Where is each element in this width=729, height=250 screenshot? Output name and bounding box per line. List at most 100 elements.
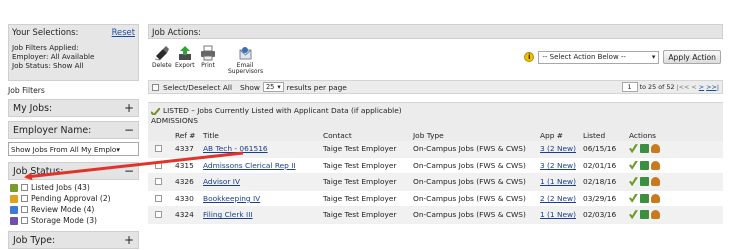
status-item-review[interactable]: Review Mode (4): [8, 204, 139, 215]
email-icon: [239, 47, 252, 60]
row-checkbox[interactable]: [155, 211, 162, 219]
edit-icon[interactable]: [640, 160, 649, 170]
row-actions: [629, 160, 660, 170]
my-jobs-group[interactable]: My Jobs: +: [8, 99, 139, 117]
storage-box-icon: [10, 216, 18, 225]
edit-icon[interactable]: [640, 210, 649, 220]
approve-icon[interactable]: [629, 210, 638, 220]
table-row: 4337 AB Tech - 061516 Taige Test Employe…: [148, 141, 723, 158]
apply-action-button[interactable]: Apply Action: [663, 50, 721, 64]
person-icon[interactable]: [651, 193, 660, 203]
status-checkbox[interactable]: [21, 217, 28, 224]
listed-jobs-icon: [151, 107, 160, 115]
approve-icon[interactable]: [629, 144, 638, 154]
email-supervisors-button[interactable]: Email Supervisors: [228, 45, 263, 75]
next-page-link[interactable]: >: [699, 83, 704, 91]
employer-select[interactable]: Show Jobs From All My Emplo▾: [8, 142, 139, 156]
first-page-link[interactable]: |<<: [677, 83, 690, 91]
row-actions: [629, 193, 660, 203]
person-icon[interactable]: [651, 160, 660, 170]
col-contact[interactable]: Contact: [323, 131, 352, 140]
row-checkbox[interactable]: [155, 178, 162, 186]
job-title-link[interactable]: Advisor IV: [203, 177, 240, 186]
edit-icon[interactable]: [640, 193, 649, 203]
person-icon[interactable]: [651, 144, 660, 154]
status-checkbox[interactable]: [21, 184, 28, 191]
selection-bar: Select/Deselect All Show 25 ▾ results pe…: [148, 80, 723, 94]
applicants-link[interactable]: 2 (2 New): [540, 194, 576, 203]
status-checkbox[interactable]: [21, 206, 28, 213]
approve-icon[interactable]: [629, 177, 638, 187]
status-item-pending[interactable]: Pending Approval (2): [8, 193, 139, 204]
last-page-link[interactable]: >>|: [706, 83, 719, 91]
job-title-link[interactable]: Filing Clerk III: [203, 210, 253, 219]
review-arrow-icon: [10, 205, 18, 214]
person-icon[interactable]: [651, 177, 660, 187]
job-title-link[interactable]: AB Tech - 061516: [203, 144, 268, 153]
col-app[interactable]: App #: [540, 131, 563, 140]
listed-title: LISTED – Jobs Currently Listed with Appl…: [163, 106, 402, 115]
selections-title: Your Selections:: [12, 27, 79, 37]
col-listed[interactable]: Listed: [583, 131, 605, 140]
col-ref[interactable]: Ref #: [175, 131, 196, 140]
edit-icon[interactable]: [640, 177, 649, 187]
job-type-label: Job Type:: [13, 234, 56, 246]
applicants-link[interactable]: 3 (2 New): [540, 144, 576, 153]
collapse-icon[interactable]: −: [124, 124, 134, 136]
col-job-type[interactable]: Job Type: [413, 131, 444, 140]
status-item-storage[interactable]: Storage Mode (3): [8, 215, 139, 226]
job-filters-title: Job Filters: [8, 86, 45, 95]
applicants-link[interactable]: 3 (2 New): [540, 161, 576, 170]
expand-icon[interactable]: +: [124, 234, 134, 246]
row-checkbox[interactable]: [155, 145, 162, 153]
table-row: 4326 Advisor IV Taige Test Employer On-C…: [148, 174, 723, 191]
col-title[interactable]: Title: [203, 131, 219, 140]
status-checkbox[interactable]: [21, 195, 28, 202]
table-header: Ref # Title Contact Job Type App # Liste…: [148, 129, 723, 141]
jobs-table-body: 4337 AB Tech - 061516 Taige Test Employe…: [148, 141, 723, 224]
info-icon[interactable]: i: [524, 52, 535, 62]
employer-group[interactable]: Employer Name: −: [8, 121, 139, 139]
export-button[interactable]: Export: [175, 45, 195, 69]
table-row: 4330 Bookkeeping IV Taige Test Employer …: [148, 191, 723, 207]
job-title-link[interactable]: Bookkeeping IV: [203, 194, 260, 203]
job-title-link[interactable]: Admissons Clerical Rep II: [203, 161, 296, 170]
approve-icon[interactable]: [629, 193, 638, 203]
person-icon[interactable]: [651, 210, 660, 220]
reset-link[interactable]: Reset: [112, 27, 135, 37]
results-per-page-select[interactable]: 25 ▾: [262, 82, 284, 92]
action-select[interactable]: -- Select Action Below -- ▾: [538, 50, 660, 64]
applicants-link[interactable]: 1 (1 New): [540, 210, 576, 219]
applicants-link[interactable]: 1 (1 New): [540, 177, 576, 186]
job-actions-title: Job Actions:: [152, 26, 201, 37]
row-actions: [629, 177, 660, 187]
job-status-group[interactable]: Job Status: −: [8, 162, 139, 180]
chevron-down-icon: ▾: [651, 53, 656, 61]
department-label: ADMISSIONS: [151, 116, 198, 125]
clipboard-icon: [10, 194, 18, 203]
prev-page-link[interactable]: <: [691, 83, 696, 91]
chevron-down-icon: ▾: [277, 83, 281, 91]
table-row: 4315 Admissons Clerical Rep II Taige Tes…: [148, 158, 723, 174]
col-actions: Actions: [629, 130, 656, 140]
print-button[interactable]: Print: [200, 45, 216, 69]
select-all-label: Select/Deselect All: [163, 82, 232, 92]
row-checkbox[interactable]: [155, 161, 162, 169]
approve-icon[interactable]: [629, 160, 638, 170]
applied-line: Job Filters Applied:: [12, 43, 79, 52]
job-type-group[interactable]: Job Type: +: [8, 231, 139, 249]
employer-label: Employer Name:: [13, 124, 92, 136]
page-input[interactable]: 1: [621, 82, 638, 92]
select-all-checkbox[interactable]: [152, 83, 159, 91]
delete-button[interactable]: Delete: [152, 45, 172, 69]
edit-icon[interactable]: [640, 144, 649, 154]
delete-icon: [154, 46, 169, 61]
my-jobs-label: My Jobs:: [13, 102, 53, 114]
status-list: Listed Jobs (43) Pending Approval (2) Re…: [8, 182, 139, 226]
row-checkbox[interactable]: [155, 194, 162, 202]
status-item-listed[interactable]: Listed Jobs (43): [8, 182, 139, 193]
collapse-icon[interactable]: −: [124, 165, 134, 177]
expand-icon[interactable]: +: [124, 102, 134, 114]
show-label: Show: [240, 82, 260, 92]
action-select-group: i -- Select Action Below -- ▾ Apply Acti…: [524, 50, 721, 64]
